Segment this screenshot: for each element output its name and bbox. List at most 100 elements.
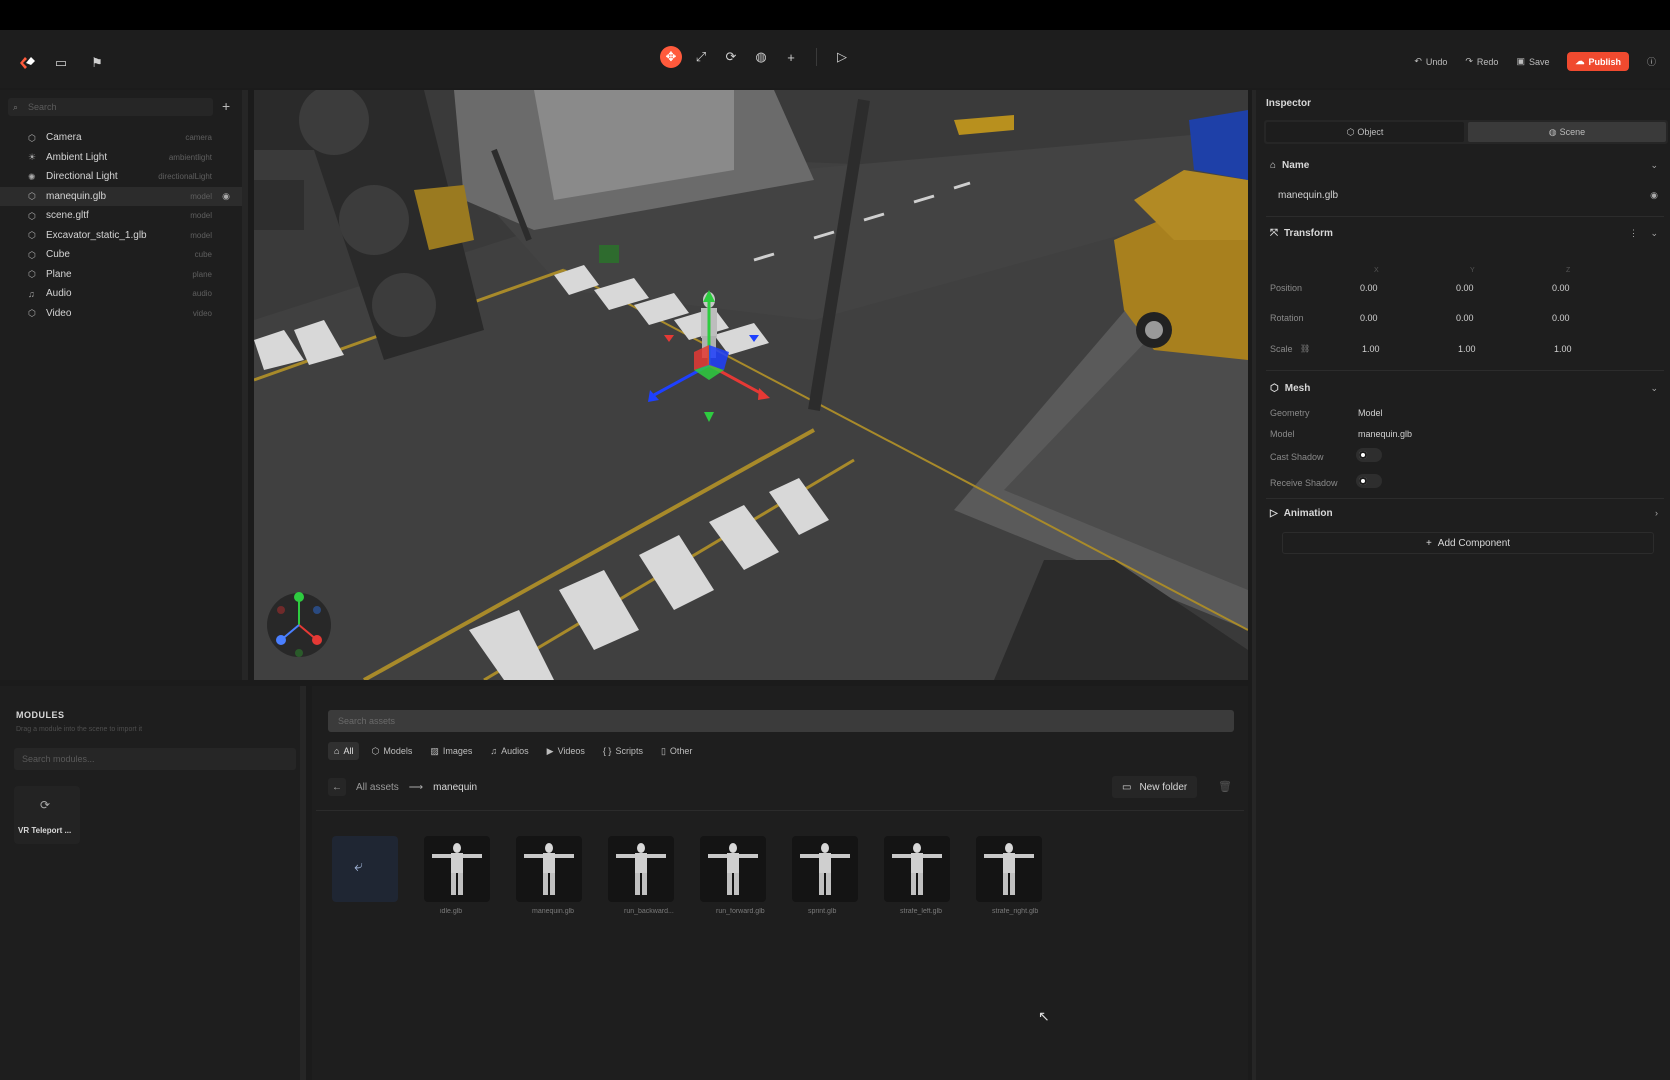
flag-icon[interactable]: ⚑ (86, 52, 108, 74)
hierarchy-item[interactable]: ⬡ Video video (0, 304, 242, 324)
object-name-field[interactable]: manequin.glb (1278, 190, 1338, 201)
chevron-down-icon[interactable]: ⌄ (1650, 228, 1658, 239)
position-y-field[interactable]: 0.00 (1456, 283, 1474, 293)
hierarchy-item-type: plane (192, 269, 212, 279)
transform-section-header[interactable]: ⤧ Transform (1270, 228, 1333, 239)
asset-file-name: sprint.glb (808, 908, 837, 915)
hierarchy-item[interactable]: ⬡ Plane plane (0, 265, 242, 285)
link-icon[interactable]: ⛓ (1300, 344, 1310, 353)
hierarchy-item[interactable]: ☀ Ambient Light ambientlight (0, 148, 242, 168)
filter-icon: ⌂ (334, 746, 340, 756)
scene-render[interactable] (254, 90, 1248, 680)
mesh-section-header[interactable]: ⬡ Mesh (1270, 383, 1310, 394)
model-thumbnail (608, 836, 674, 902)
modules-search-input[interactable]: Search modules... (14, 748, 296, 770)
filter-scripts[interactable]: { } Scripts (597, 742, 649, 760)
asset-tile[interactable]: sprint.glb (792, 836, 858, 915)
eye-icon[interactable]: ◉ (222, 191, 230, 202)
plus-icon: + (1425, 537, 1432, 549)
play-button[interactable]: ▷ (831, 46, 853, 68)
hierarchy-item[interactable]: ⬡ Cube cube (0, 245, 242, 265)
hierarchy-item[interactable]: ⬡ Camera camera (0, 128, 242, 148)
rotation-y-field[interactable]: 0.00 (1456, 313, 1474, 323)
scale-z-field[interactable]: 1.00 (1554, 344, 1572, 354)
tab-scene[interactable]: ◍ Scene (1468, 122, 1666, 142)
hierarchy-item[interactable]: ⬡ manequin.glb model ◉ (0, 186, 242, 206)
filter-images[interactable]: ▨ Images (424, 742, 478, 760)
module-card-vr-teleport[interactable]: ⟳ VR Teleport ... (14, 786, 80, 844)
model-value[interactable]: manequin.glb (1358, 429, 1412, 439)
hierarchy-item[interactable]: ⬡ Excavator_static_1.glb model (0, 226, 242, 246)
geometry-value[interactable]: Model (1358, 408, 1383, 418)
axis-x-label: X (1374, 267, 1379, 274)
tab-object[interactable]: ⬡ Object (1266, 122, 1464, 142)
asset-tile[interactable]: strafe_left.glb (884, 836, 950, 915)
cloud-upload-icon: ☁ (1575, 56, 1585, 66)
asset-tile[interactable]: strafe_right.glb (976, 836, 1042, 915)
add-entity-button[interactable]: + (222, 98, 230, 114)
receive-shadow-toggle[interactable] (1356, 474, 1382, 488)
section-divider (1266, 370, 1664, 371)
hierarchy-item-type: cube (194, 250, 212, 260)
move-tool-button[interactable]: ✥ (660, 46, 682, 68)
rotation-x-field[interactable]: 0.00 (1360, 313, 1378, 323)
more-options-icon[interactable]: ⋮ (1629, 228, 1638, 239)
animation-section-label: Animation (1283, 508, 1333, 519)
save-icon: ▣ (1516, 56, 1525, 66)
save-button[interactable]: ▣ Save (1516, 56, 1549, 67)
filter-audios[interactable]: ♫ Audios (484, 742, 534, 760)
undo-button[interactable]: ↶ Undo (1414, 56, 1447, 67)
scale-x-field[interactable]: 1.00 (1362, 344, 1380, 354)
filter-other[interactable]: ▯ Other (655, 742, 698, 760)
redo-button[interactable]: ↷ Redo (1465, 56, 1498, 67)
breadcrumb-all-assets[interactable]: All assets (356, 782, 399, 793)
chevron-down-icon[interactable]: ⌄ (1650, 160, 1658, 171)
chevron-down-icon[interactable]: ⌄ (1650, 383, 1658, 394)
hierarchy-search-input[interactable]: ⌕ Search (8, 98, 213, 116)
search-icon: ⌕ (13, 102, 19, 112)
filter-all[interactable]: ⌂ All (328, 742, 360, 760)
music-icon: ♫ (28, 288, 35, 299)
filter-models[interactable]: ⬡ Models (365, 742, 418, 760)
rotate-tool-button[interactable]: ⟳ (720, 46, 742, 68)
add-component-button[interactable]: + Add Component (1282, 532, 1654, 554)
assets-search-input[interactable]: Search assets (328, 710, 1234, 732)
asset-tile[interactable]: run_backward... (608, 836, 674, 915)
asset-tile[interactable]: idle.glb (424, 836, 490, 915)
hierarchy-item-type: audio (192, 289, 212, 299)
scale-label: Scale (1270, 344, 1293, 354)
asset-tile[interactable]: manequin.glb (516, 836, 582, 915)
name-section-label: Name (1282, 160, 1310, 171)
keyboard-icon[interactable]: ▭ (50, 52, 72, 74)
add-object-button[interactable]: + (780, 46, 802, 68)
animation-section-header[interactable]: ▷ Animation (1270, 508, 1333, 519)
chevron-right-icon[interactable]: › (1655, 508, 1658, 518)
publish-button[interactable]: ☁ Publish (1567, 52, 1629, 71)
position-x-field[interactable]: 0.00 (1360, 283, 1378, 293)
cube-icon: ⬡ (28, 132, 36, 143)
hierarchy-item[interactable]: ✺ Directional Light directionalLight (0, 167, 242, 187)
redo-icon: ↷ (1465, 56, 1473, 66)
asset-tile[interactable]: run_forward.glb (700, 836, 766, 915)
cube-icon: ⬡ (28, 249, 36, 260)
position-z-field[interactable]: 0.00 (1552, 283, 1570, 293)
scene-viewport[interactable] (254, 90, 1248, 680)
arrow-right-icon: ⟶ (408, 781, 424, 793)
assets-panel: Search assets ⌂ All ⬡ Models ▨ Images ♫ Audios ▶… (312, 686, 1248, 1080)
hierarchy-item[interactable]: ⬡ scene.gltf model (0, 206, 242, 226)
toolbar: ▭ ⚑ ✥ ⤢ ⟳ ◍ + ▷ ↶ Undo ↷ Redo ▣ Save ☁ Publi… (0, 30, 1670, 88)
filter-videos[interactable]: ▶ Videos (541, 742, 591, 760)
rotation-z-field[interactable]: 0.00 (1552, 313, 1570, 323)
name-section-header[interactable]: ⌂ Name (1270, 160, 1309, 171)
eye-icon[interactable]: ◉ (1650, 190, 1658, 201)
hierarchy-item[interactable]: ♫ Audio audio (0, 284, 242, 304)
global-space-button[interactable]: ◍ (750, 46, 772, 68)
help-icon[interactable]: ⓘ (1647, 55, 1656, 68)
back-arrow-icon[interactable]: ← (328, 778, 346, 796)
trash-icon[interactable]: 🗑 (1218, 780, 1232, 793)
scale-y-field[interactable]: 1.00 (1458, 344, 1476, 354)
scale-tool-button[interactable]: ⤢ (690, 46, 712, 68)
parent-folder-tile[interactable]: ⤶ (332, 836, 398, 902)
new-folder-button[interactable]: ▭ New folder (1112, 776, 1198, 798)
cast-shadow-toggle[interactable] (1356, 448, 1382, 462)
